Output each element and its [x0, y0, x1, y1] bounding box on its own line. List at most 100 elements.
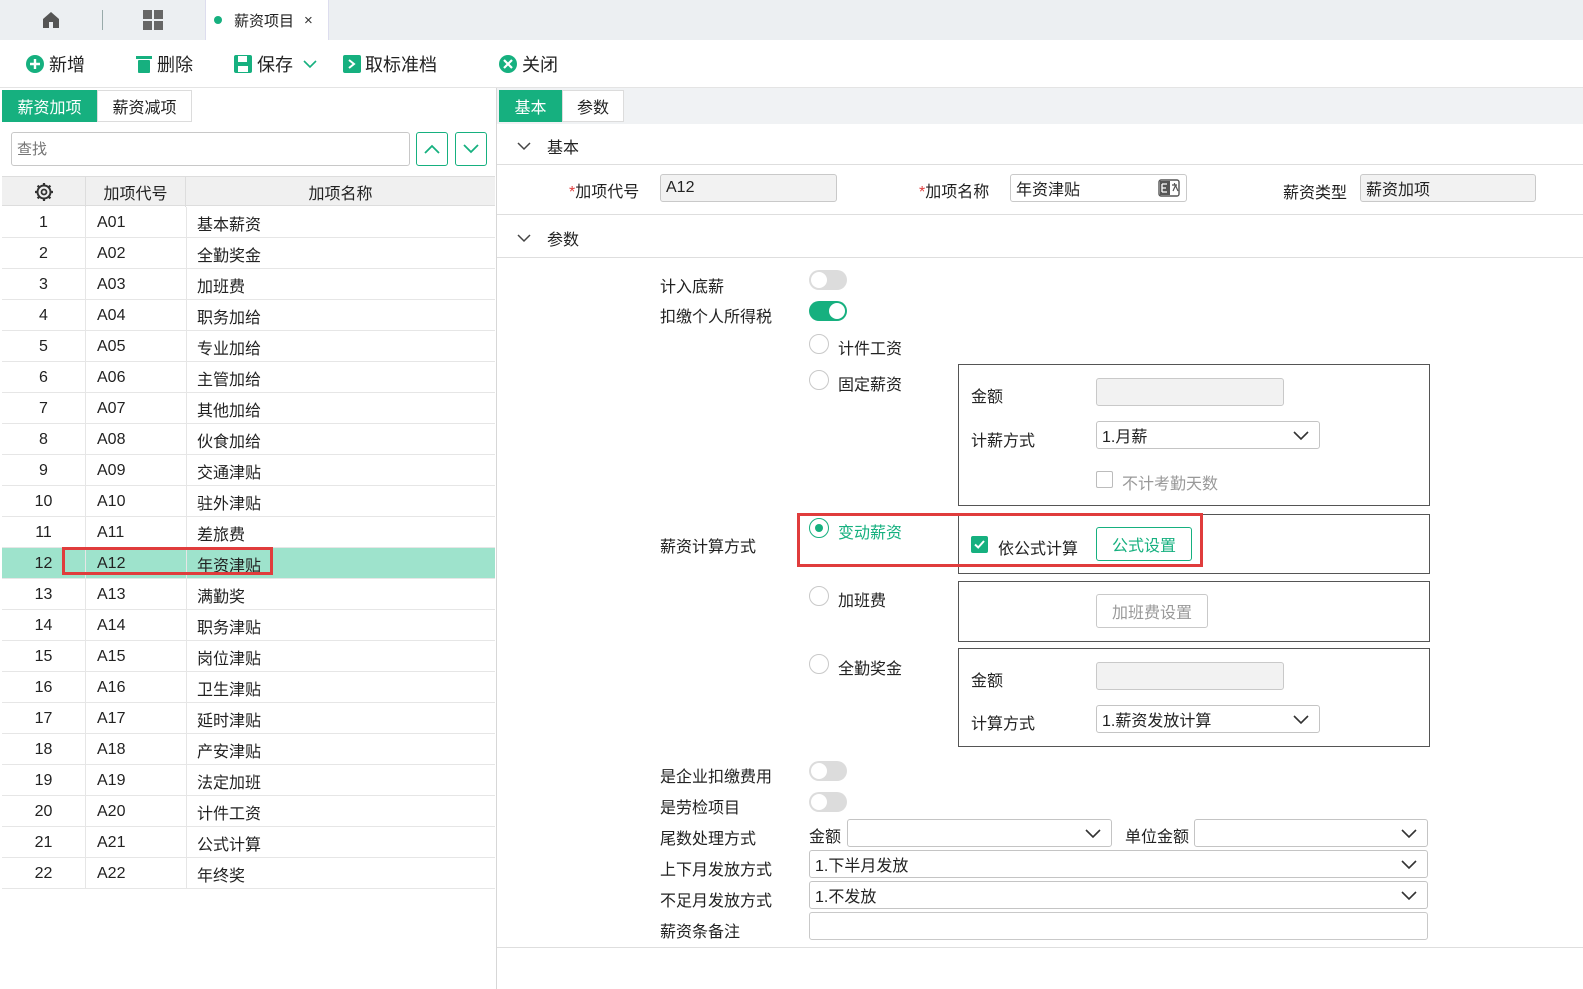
tab-salary-add[interactable]: 薪资加项 [2, 90, 97, 122]
code-field[interactable]: A12 [660, 174, 837, 202]
table-row[interactable]: 19 A19 法定加班 [2, 765, 495, 796]
table-row[interactable]: 1 A01 基本薪资 [2, 207, 495, 238]
table-row[interactable]: 17 A17 延时津贴 [2, 703, 495, 734]
remark-field[interactable] [809, 912, 1428, 940]
include-base-toggle[interactable] [809, 270, 847, 290]
table-row[interactable]: 9 A09 交通津贴 [2, 455, 495, 486]
radio-full-attendance[interactable] [809, 654, 829, 674]
section-params-header[interactable]: 参数 [497, 217, 1583, 259]
add-button[interactable]: 新增 [25, 40, 85, 88]
close-circle-icon [498, 54, 518, 74]
tab-salary-items[interactable]: 薪资项目 × [205, 0, 329, 40]
table-row[interactable]: 7 A07 其他加给 [2, 393, 495, 424]
row-number: 10 [2, 486, 86, 517]
table-row[interactable]: 4 A04 职务加给 [2, 300, 495, 331]
close-label: 关闭 [522, 55, 558, 75]
radio-piece-wage[interactable] [809, 334, 829, 354]
name-field[interactable]: 年资津贴 [1010, 174, 1187, 202]
table-row[interactable]: 16 A16 卫生津贴 [2, 672, 495, 703]
row-number: 1 [2, 207, 86, 238]
row-code: A04 [97, 306, 126, 324]
radio-overtime[interactable] [809, 586, 829, 606]
move-up-button[interactable] [416, 132, 448, 166]
language-icon[interactable] [1158, 179, 1180, 202]
column-divider [186, 269, 187, 300]
partial-month-select[interactable]: 1.不发放 [809, 881, 1428, 909]
fa-calc-value: 1.薪资发放计算 [1102, 713, 1212, 730]
row-number: 7 [2, 393, 86, 424]
search-input[interactable] [11, 132, 410, 166]
no-attendance-checkbox[interactable] [1096, 471, 1113, 488]
tab-salary-deduct[interactable]: 薪资减项 [97, 90, 192, 122]
row-name: 年终奖 [197, 867, 246, 885]
close-button[interactable]: 关闭 [498, 40, 558, 88]
row-number: 22 [2, 858, 86, 889]
row-name: 其他加给 [197, 402, 262, 420]
radio-fixed-salary[interactable] [809, 370, 829, 390]
column-divider [186, 300, 187, 331]
overtime-settings-button[interactable]: 加班费设置 [1096, 594, 1208, 628]
section-basic-header[interactable]: 基本 [497, 125, 1583, 167]
column-header-code[interactable]: 加项代号 [86, 177, 186, 207]
collapse-chevron-icon [517, 233, 531, 243]
radio-overtime-label: 加班费 [838, 593, 887, 610]
column-divider [186, 827, 187, 858]
row-name: 延时津贴 [197, 712, 262, 730]
row-name: 基本薪资 [197, 216, 262, 234]
rounding-unit-select[interactable] [1194, 819, 1428, 847]
row-code: A06 [97, 368, 126, 386]
save-button[interactable]: 保存 [233, 40, 293, 88]
delete-button[interactable]: 删除 [135, 40, 193, 88]
tab-basic[interactable]: 基本 [499, 90, 562, 122]
labor-inspect-toggle[interactable] [809, 792, 847, 812]
table-row[interactable]: 22 A22 年终奖 [2, 858, 495, 889]
rounding-unit-label: 单位金额 [1125, 829, 1190, 846]
row-number: 3 [2, 269, 86, 300]
rounding-amount-select[interactable] [847, 819, 1112, 847]
column-divider [186, 517, 187, 548]
table-row[interactable]: 11 A11 差旅费 [2, 517, 495, 548]
move-down-button[interactable] [455, 132, 487, 166]
save-dropdown[interactable] [303, 40, 317, 88]
row-name: 全勤奖金 [197, 247, 262, 265]
partial-month-value: 1.不发放 [815, 889, 877, 906]
column-divider [186, 703, 187, 734]
table-row[interactable]: 8 A08 伙食加给 [2, 424, 495, 455]
table-row[interactable]: 2 A02 全勤奖金 [2, 238, 495, 269]
table-row[interactable]: 18 A18 产安津贴 [2, 734, 495, 765]
table-row[interactable]: 21 A21 公式计算 [2, 827, 495, 858]
code-label: *加项代号 [569, 184, 640, 201]
table-row[interactable]: 15 A15 岗位津贴 [2, 641, 495, 672]
column-header-name[interactable]: 加项名称 [186, 177, 495, 207]
row-name: 加班费 [197, 278, 246, 296]
table-row[interactable]: 3 A03 加班费 [2, 269, 495, 300]
type-field[interactable]: 薪资加项 [1360, 174, 1536, 202]
row-name: 职务津贴 [197, 619, 262, 637]
table-row[interactable]: 5 A05 专业加给 [2, 331, 495, 362]
row-number: 19 [2, 765, 86, 796]
table-row[interactable]: 14 A14 职务津贴 [2, 610, 495, 641]
table-row[interactable]: 20 A20 计件工资 [2, 796, 495, 827]
radio-full-attendance-label: 全勤奖金 [838, 661, 903, 678]
deduct-tax-toggle[interactable] [809, 301, 847, 321]
tab-params[interactable]: 参数 [562, 90, 624, 122]
grid-settings-button[interactable] [2, 177, 86, 207]
row-code: A01 [97, 213, 126, 231]
fa-calc-select[interactable]: 1.薪资发放计算 [1096, 705, 1320, 733]
fa-amount-field[interactable] [1096, 662, 1284, 690]
fixed-pay-method-select[interactable]: 1.月薪 [1096, 421, 1320, 449]
company-deduct-toggle[interactable] [809, 761, 847, 781]
fixed-amount-field[interactable] [1096, 378, 1284, 406]
table-row[interactable]: 13 A13 满勤奖 [2, 579, 495, 610]
split-month-select[interactable]: 1.下半月发放 [809, 850, 1428, 878]
row-name: 卫生津贴 [197, 681, 262, 699]
row-code: A16 [97, 678, 126, 696]
unstandard-button[interactable]: 取标准档 [343, 40, 437, 88]
home-tab[interactable] [0, 0, 102, 40]
close-tab-icon[interactable]: × [304, 12, 313, 29]
grid-tab[interactable] [103, 0, 203, 40]
table-row[interactable]: 6 A06 主管加给 [2, 362, 495, 393]
chevron-down-icon [463, 144, 479, 154]
table-row[interactable]: 10 A10 驻外津贴 [2, 486, 495, 517]
row-code: A10 [97, 492, 126, 510]
